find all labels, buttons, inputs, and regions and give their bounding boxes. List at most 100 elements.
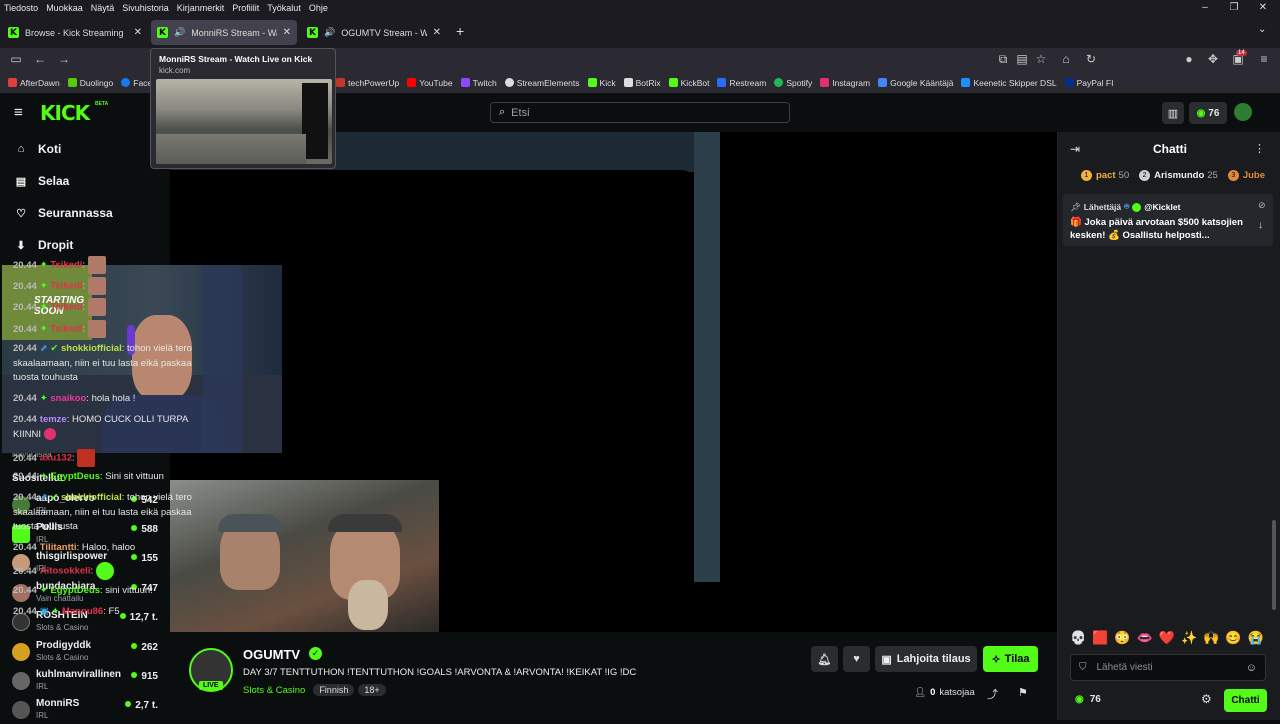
account-icon[interactable]: ●	[1181, 52, 1197, 66]
tab-close-icon[interactable]: ✕	[283, 27, 291, 38]
reader-view-icon[interactable]: ▤	[1014, 52, 1030, 66]
chat-message: 20.44Aitosokkeli:	[13, 562, 218, 580]
bookmark-youtube[interactable]: YouTube	[407, 78, 452, 88]
duolingo-icon	[68, 78, 77, 87]
nav-item-drops[interactable]: ⬇Dropit	[14, 238, 73, 252]
emote-icon[interactable]: 🙌	[1203, 630, 1219, 650]
menu-view[interactable]: Näytä	[87, 3, 119, 13]
bookmark-techpowerup[interactable]: techPowerUp	[336, 78, 399, 88]
verified-icon	[1132, 203, 1141, 212]
extensions-icon[interactable]: ✥	[1205, 52, 1221, 66]
tag-18plus[interactable]: 18+	[358, 684, 385, 696]
chat-message: 20.44▣ ✦ Mannu86: F5	[13, 605, 218, 620]
emote-icon[interactable]: 😭	[1248, 630, 1264, 650]
share-icon[interactable]: ⤴	[987, 686, 998, 702]
subscribe-button[interactable]: ✧Tilaa	[983, 646, 1038, 672]
tab-close-icon[interactable]: ✕	[134, 27, 142, 38]
category-link[interactable]: Slots & Casino	[243, 685, 305, 696]
nav-item-following[interactable]: ♡Seurannassa	[14, 206, 113, 220]
kick-logo[interactable]: KICK	[40, 101, 89, 125]
bookmark-streamelements[interactable]: StreamElements	[505, 78, 580, 88]
user-avatar[interactable]	[1234, 103, 1252, 121]
chat-input[interactable]: ⛉ Lähetä viesti ☺	[1070, 654, 1266, 681]
bookmark-botrix[interactable]: BotRix	[624, 78, 661, 88]
emote-icon[interactable]: 👄	[1137, 630, 1153, 650]
chat-points[interactable]: ◉ 76	[1075, 694, 1101, 705]
bookmark-kickbot[interactable]: KickBot	[669, 78, 710, 88]
menu-file[interactable]: Tiedosto	[0, 3, 42, 13]
streamelements-icon	[505, 78, 514, 87]
emote-icon[interactable]: ❤️	[1159, 630, 1175, 650]
bookmark-instagram[interactable]: Instagram	[820, 78, 870, 88]
close-window-button[interactable]: ✕	[1246, 0, 1280, 15]
speaker-icon[interactable]: 🔊	[324, 27, 335, 38]
forward-icon[interactable]: →	[56, 52, 72, 66]
menu-edit[interactable]: Muokkaa	[42, 3, 87, 13]
speaker-icon[interactable]: 🔊	[174, 27, 185, 38]
bookmark-kick[interactable]: Kick	[588, 78, 616, 88]
beta-badge: BETA	[95, 101, 108, 107]
viewers-icon: 👤︎	[914, 687, 926, 698]
new-tab-button[interactable]: +	[456, 23, 464, 39]
bookmark-keenetic[interactable]: Keenetic Skipper DSL	[961, 78, 1056, 88]
channel-icon-button[interactable]: ▥	[1162, 102, 1184, 124]
bookmark-twitch[interactable]: Twitch	[461, 78, 497, 88]
bookmark-afterdawn[interactable]: AfterDawn	[8, 78, 60, 88]
menu-bookmarks[interactable]: Kirjanmerkit	[173, 3, 229, 13]
menu-help[interactable]: Ohje	[305, 3, 332, 13]
bookmark-google-translate[interactable]: Google Kääntäjä	[878, 78, 953, 88]
gift-subscription-button[interactable]: ▣Lahjoita tilaus	[875, 646, 977, 672]
screenshot-icon[interactable]: ⧉	[995, 52, 1011, 67]
nav-item-browse[interactable]: ▤Selaa	[14, 174, 69, 188]
tab-ogumtv[interactable]: K 🔊 OGUMTV Stream - Watch Live on Kick ✕	[301, 20, 447, 45]
bookmark-duolingo[interactable]: Duolingo	[68, 78, 114, 88]
recommended-channel[interactable]: ProdigyddkSlots & Casino262	[12, 640, 162, 666]
chat-users-icon[interactable]: ⋮	[1254, 142, 1265, 155]
sidebar-toggle-icon[interactable]: ▭	[8, 52, 24, 66]
tab-monnirs[interactable]: K 🔊 MonniRS Stream - Watch Live on Kick …	[151, 20, 297, 45]
reload-icon[interactable]: ↻	[1083, 52, 1099, 66]
tab-browse-kick[interactable]: K Browse - Kick Streaming ✕	[2, 20, 148, 45]
channel-name[interactable]: OGUMTV	[243, 647, 300, 662]
bookmark-restream[interactable]: Restream	[717, 78, 766, 88]
menu-history[interactable]: Sivuhistoria	[118, 3, 173, 13]
emote-icon[interactable]: 🟥	[1092, 630, 1108, 650]
pin-icon: 📌︎	[1070, 202, 1081, 213]
emote-bar[interactable]: 💀🟥😳👄❤️✨🙌😊😭🍉	[1070, 630, 1270, 650]
app-menu-icon[interactable]: ≡	[1256, 52, 1272, 66]
list-tabs-icon[interactable]: ⌄	[1258, 24, 1266, 35]
menu-tools[interactable]: Työkalut	[263, 3, 305, 13]
back-icon[interactable]: ←	[32, 52, 48, 66]
tag-finnish[interactable]: Finnish	[313, 684, 354, 696]
emote-icon[interactable]: 😳	[1114, 630, 1130, 650]
nav-item-home[interactable]: ⌂Koti	[14, 142, 61, 156]
report-icon[interactable]: ⚑	[1018, 686, 1028, 699]
bookmark-facebook[interactable]: Face	[121, 78, 152, 88]
chat-scrollbar[interactable]	[1272, 520, 1276, 610]
bookmark-spotify[interactable]: Spotify	[774, 78, 812, 88]
emote-icon[interactable]: 💀	[1070, 630, 1086, 650]
menu-profiles[interactable]: Profiilit	[228, 3, 263, 13]
emoji-picker-icon[interactable]: ☺	[1246, 662, 1257, 674]
home-button-icon[interactable]: ⌂	[1058, 52, 1074, 66]
heart-icon: ♥	[853, 653, 860, 665]
emote-icon[interactable]: ✨	[1181, 630, 1197, 650]
follow-button[interactable]: ♥	[843, 646, 870, 672]
collapse-chat-icon[interactable]: ⇥	[1070, 142, 1080, 156]
search-bar[interactable]: ⌕ Etsi	[490, 102, 790, 123]
hide-pin-icon[interactable]: ⊘	[1258, 200, 1266, 211]
emote-icon[interactable]: 😊	[1225, 630, 1241, 650]
recommended-channel[interactable]: MonniRSIRL2,7 t.	[12, 698, 162, 724]
expand-pin-icon[interactable]: ↓	[1258, 220, 1263, 231]
send-chat-button[interactable]: Chatti	[1224, 689, 1267, 712]
video-player[interactable]	[170, 132, 1057, 632]
bookmark-paypal[interactable]: PayPal FI	[1065, 78, 1114, 88]
points-button[interactable]: ◉76	[1189, 102, 1227, 124]
chat-settings-icon[interactable]: ⚙	[1201, 692, 1212, 706]
bookmark-star-icon[interactable]: ☆	[1033, 52, 1049, 66]
tab-close-icon[interactable]: ✕	[433, 27, 441, 38]
notification-button[interactable]: 🔔︎	[811, 646, 838, 672]
search-input[interactable]: Etsi	[511, 107, 529, 119]
hamburger-menu-icon[interactable]: ≡	[14, 104, 23, 121]
recommended-channel[interactable]: kuhlmanvirallinenIRL915	[12, 669, 162, 695]
